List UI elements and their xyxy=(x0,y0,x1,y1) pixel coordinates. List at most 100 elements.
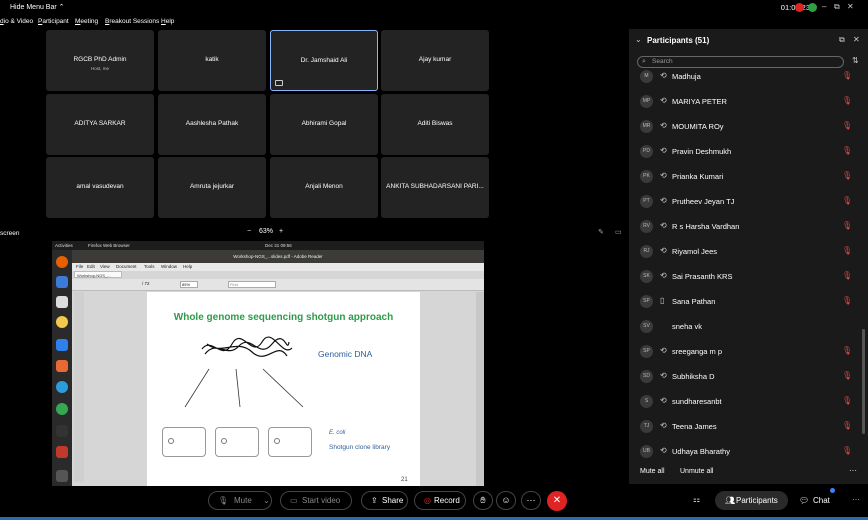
avatar: SV xyxy=(640,320,653,333)
record-button[interactable]: ◎ Record xyxy=(414,491,466,510)
avatar: SK xyxy=(640,270,653,283)
participant-name: R s Harsha Vardhan xyxy=(672,222,740,231)
popout-icon[interactable]: ⧉ xyxy=(839,35,845,45)
participant-row[interactable]: SK ⟲ Sai Prasanth KRS 🎙︎ xyxy=(629,264,859,289)
muted-mic-icon: 🎙︎ xyxy=(842,296,853,305)
participant-row[interactable]: PD ⟲ Pravin Deshmukh 🎙︎ xyxy=(629,139,859,164)
video-tile-active-speaker[interactable]: Dr. Jamshaid Ali xyxy=(270,30,378,91)
reader-tab: Workshop-NGS_... xyxy=(74,271,122,278)
annotate-icon[interactable]: ✎ xyxy=(598,228,604,236)
participant-row[interactable]: S ⟲ sundharesanbt 🎙︎ xyxy=(629,389,859,414)
participant-name: Sai Prasanth KRS xyxy=(672,272,733,281)
recording-indicator-icon xyxy=(795,3,804,12)
participant-row[interactable]: RJ ⟲ Riyamol Jees 🎙︎ xyxy=(629,239,859,264)
pdf-slide: Whole genome sequencing shotgun approach… xyxy=(147,292,420,486)
share-button[interactable]: ⇪ Share xyxy=(361,491,408,510)
chevron-up-icon: ⌃ xyxy=(58,4,65,11)
reactions-button[interactable]: ☺ xyxy=(496,491,516,510)
participant-row[interactable]: UB ⟲ Udhaya Bharathy 🎙︎ xyxy=(629,439,859,464)
genomic-dna-scribble xyxy=(201,336,293,357)
menu-help[interactable]: Help xyxy=(161,18,174,25)
video-tile[interactable]: katik xyxy=(158,30,266,91)
participant-row[interactable]: SP ⟲ sreeganga m p 🎙︎ xyxy=(629,339,859,364)
participant-row[interactable]: RV ⟲ R s Harsha Vardhan 🎙︎ xyxy=(629,214,859,239)
slide-title: Whole genome sequencing shotgun approach xyxy=(173,312,394,323)
tile-host-label: Host, me xyxy=(90,66,109,71)
minimize-icon[interactable]: – xyxy=(822,2,826,11)
thunderbird-icon xyxy=(56,276,68,288)
reader-menu-file: File xyxy=(76,264,84,269)
tile-name: Aashlesha Pathak xyxy=(185,120,239,127)
muted-mic-icon: 🎙︎ xyxy=(842,371,853,380)
muted-mic-icon: 🎙︎ xyxy=(842,246,853,255)
microphone-icon: 🎙︎ xyxy=(218,496,229,505)
menu-participant[interactable]: Participant xyxy=(38,18,69,25)
avatar: M xyxy=(640,70,653,83)
view-options-icon[interactable]: ▭ xyxy=(615,228,622,236)
muted-mic-icon: 🎙︎ xyxy=(842,121,853,130)
participant-row[interactable]: PK ⟲ Prianka Kumari 🎙︎ xyxy=(629,164,859,189)
chat-button[interactable]: 💬︎ Chat xyxy=(795,491,837,510)
participant-row[interactable]: MR ⟲ MOUMITA ROy 🎙︎ xyxy=(629,114,859,139)
collapse-chevron-icon[interactable]: ⌄ xyxy=(635,35,642,44)
zoom-in-button[interactable]: + xyxy=(279,228,283,235)
view-layout-icon[interactable]: ⚏ xyxy=(693,495,700,504)
participant-row[interactable]: SP ▯ Sana Pathan 🎙︎ xyxy=(629,289,859,314)
avatar: MR xyxy=(640,120,653,133)
video-tile[interactable]: RGCB PhD Admin Host, me xyxy=(46,30,154,91)
participants-scrollbar[interactable] xyxy=(862,329,865,434)
video-tile[interactable]: ADITYA SARKAR xyxy=(46,94,154,155)
video-tile[interactable]: amal vasudevan xyxy=(46,157,154,218)
participants-button[interactable]: 👥︎ Participants xyxy=(715,491,788,510)
participant-name: Madhuja xyxy=(672,72,701,81)
video-tile[interactable]: Amruta jejurkar xyxy=(158,157,266,218)
more-options-icon[interactable]: ⋯ xyxy=(849,466,857,475)
mute-button[interactable]: 🎙︎ Mute ⌄ xyxy=(208,491,272,510)
video-off-icon: ⟲ xyxy=(660,121,667,130)
video-tile[interactable]: Abhirami Gopal xyxy=(270,94,378,155)
participant-row[interactable]: M ⟲ Madhuja 🎙︎ xyxy=(629,64,859,89)
top-bar: Hide Menu Bar ⌃ 01:03:23 – ⧉ ✕ xyxy=(0,0,868,16)
avatar: MP xyxy=(640,95,653,108)
participant-row[interactable]: MP ⟲ MARIYA PETER 🎙︎ xyxy=(629,89,859,114)
video-tile[interactable]: ANKITA SUBHADARSANI PARI... xyxy=(381,157,489,218)
participant-row[interactable]: SD ⟲ Subhiksha D 🎙︎ xyxy=(629,364,859,389)
more-button[interactable]: ⋯ xyxy=(521,491,541,510)
chevron-down-icon[interactable]: ⌄ xyxy=(263,492,270,509)
participant-row[interactable]: PT ⟲ Prutheev Jeyan TJ 🎙︎ xyxy=(629,189,859,214)
writer-icon xyxy=(56,339,68,351)
leave-meeting-button[interactable]: ✕ xyxy=(547,491,567,511)
participants-panel: ⌄ Participants (51) ⧉ ✕ ⌕ Search ⇅ M ⟲ M… xyxy=(629,29,868,484)
avatar: PK xyxy=(640,170,653,183)
close-panel-icon[interactable]: ✕ xyxy=(853,35,860,44)
participant-name: Prianka Kumari xyxy=(672,172,724,181)
ubuntu-top-bar: Activities Firefox Web Browser Dec 31 09… xyxy=(52,241,484,250)
video-tile[interactable]: Anjali Menon xyxy=(270,157,378,218)
chat-label: Chat xyxy=(813,496,830,505)
zoom-out-button[interactable]: − xyxy=(247,228,251,235)
video-tile[interactable]: Ajay kumar xyxy=(381,30,489,91)
tile-name: Ajay kumar xyxy=(418,56,452,63)
mute-all-button[interactable]: Mute all xyxy=(640,468,665,475)
restore-icon[interactable]: ⧉ xyxy=(834,2,840,12)
menu-breakout-sessions[interactable]: Breakout Sessions xyxy=(105,18,159,25)
muted-mic-icon: 🎙︎ xyxy=(842,71,853,80)
participant-row[interactable]: TJ ⟲ Teena James 🎙︎ xyxy=(629,414,859,439)
hide-menu-bar-button[interactable]: Hide Menu Bar ⌃ xyxy=(10,3,65,11)
start-video-button[interactable]: ▭ Start video xyxy=(280,491,352,510)
reader-menu-tools: Tools xyxy=(144,264,155,269)
close-window-icon[interactable]: ✕ xyxy=(847,2,854,11)
menu-meeting[interactable]: Meeting xyxy=(75,18,98,25)
participant-name: Riyamol Jees xyxy=(672,247,718,256)
raise-hand-button[interactable]: ✋︎ xyxy=(473,491,493,510)
video-tile[interactable]: Aashlesha Pathak xyxy=(158,94,266,155)
menu-audio-video[interactable]: dio & Video xyxy=(0,18,33,25)
adobe-reader-window: Workshop-NGS_...slides.pdf - Adobe Reade… xyxy=(72,250,484,486)
unmute-all-button[interactable]: Unmute all xyxy=(680,468,713,475)
participant-row[interactable]: SV sneha vk xyxy=(629,314,859,339)
video-tile[interactable]: Aditi Biswas xyxy=(381,94,489,155)
share-icon: ⇪ xyxy=(371,496,378,505)
more-options-icon[interactable]: ⋯ xyxy=(852,495,860,504)
video-off-icon: ⟲ xyxy=(660,96,667,105)
tile-name: ADITYA SARKAR xyxy=(74,120,126,127)
